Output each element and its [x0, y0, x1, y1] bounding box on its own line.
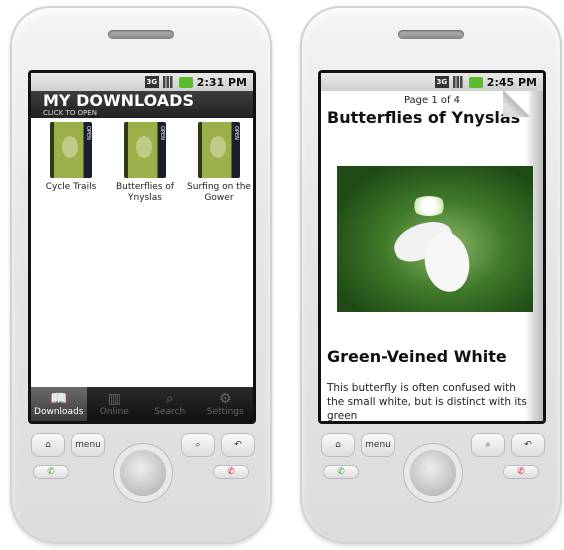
open-badge: OPEN	[159, 126, 165, 140]
phone-end-icon: ✆	[517, 467, 525, 477]
end-call-button[interactable]: ✆	[214, 466, 248, 478]
search-icon: ⌕	[195, 440, 201, 450]
bottom-tab-bar: 📖 Downloads ▥ Online ⌕ Search ⚙ Settings	[31, 387, 253, 421]
tab-label: Downloads	[34, 407, 84, 417]
back-arrow-icon: ↶	[234, 440, 242, 450]
book-cover-icon: OPEN	[198, 122, 240, 178]
open-badge: OPEN	[85, 126, 91, 140]
signal-bars-icon	[452, 76, 465, 88]
status-bar: 3G 2:45 PM	[321, 73, 543, 91]
speaker-grille	[398, 30, 464, 39]
download-item-butterflies[interactable]: OPEN Butterflies of Ynyslas	[111, 122, 179, 204]
tab-downloads[interactable]: 📖 Downloads	[31, 387, 87, 421]
open-badge: OPEN	[233, 126, 239, 140]
section-title: Green-Veined White	[327, 347, 507, 366]
tab-online[interactable]: ▥ Online	[87, 387, 143, 421]
book-icon: 📖	[50, 391, 68, 407]
phone-right: 3G 2:45 PM Page 1 of 4 Butterflies of Yn…	[300, 6, 562, 544]
tab-label: Settings	[206, 407, 244, 417]
download-label: Surfing on the Gower	[187, 182, 251, 203]
tab-label: Online	[99, 407, 129, 417]
butterfly-photo	[337, 166, 533, 312]
book-cover-icon: OPEN	[124, 122, 166, 178]
tab-search[interactable]: ⌕ Search	[142, 387, 198, 421]
back-arrow-icon: ↶	[524, 440, 532, 450]
screen-bezel: 3G 2:31 PM MY DOWNLOADS CLICK TO OPEN OP…	[28, 70, 256, 424]
call-button[interactable]: ✆	[324, 466, 358, 478]
screen-bezel: 3G 2:45 PM Page 1 of 4 Butterflies of Yn…	[318, 70, 546, 424]
gear-icon: ⚙	[218, 391, 232, 407]
ebook-page[interactable]: Page 1 of 4 Butterflies of Ynyslas Green…	[321, 91, 543, 421]
back-button[interactable]: ↶	[512, 434, 544, 456]
screen: 3G 2:45 PM Page 1 of 4 Butterflies of Yn…	[321, 73, 543, 421]
screen: 3G 2:31 PM MY DOWNLOADS CLICK TO OPEN OP…	[31, 73, 253, 421]
home-button[interactable]: ⌂	[32, 434, 64, 456]
search-icon: ⌕	[165, 391, 174, 407]
trackball[interactable]	[120, 450, 166, 496]
battery-icon	[178, 76, 193, 88]
page-subtitle: CLICK TO OPEN	[43, 109, 97, 117]
home-icon: ⌂	[45, 440, 51, 450]
downloads-grid: OPEN Cycle Trails OPEN Butterflies of Yn…	[31, 118, 253, 204]
home-button[interactable]: ⌂	[322, 434, 354, 456]
call-button[interactable]: ✆	[34, 466, 68, 478]
flower-shape	[411, 196, 447, 216]
download-label: Cycle Trails	[45, 182, 97, 192]
phone-end-icon: ✆	[227, 467, 235, 477]
phone-left: 3G 2:31 PM MY DOWNLOADS CLICK TO OPEN OP…	[10, 6, 272, 544]
app-title-bar: MY DOWNLOADS CLICK TO OPEN	[31, 91, 253, 118]
search-hw-button[interactable]: ⌕	[182, 434, 214, 456]
tab-label: Search	[154, 407, 186, 417]
download-label: Butterflies of Ynyslas	[115, 182, 175, 203]
book-cover-icon: OPEN	[50, 122, 92, 178]
status-time: 2:31 PM	[196, 75, 247, 89]
search-icon: ⌕	[485, 440, 491, 450]
menu-button[interactable]: menu	[362, 434, 394, 456]
page-title: MY DOWNLOADS	[43, 91, 194, 110]
tab-settings[interactable]: ⚙ Settings	[198, 387, 254, 421]
phone-call-icon: ✆	[47, 467, 55, 477]
shelf-icon: ▥	[107, 391, 121, 407]
status-bar: 3G 2:31 PM	[31, 73, 253, 91]
network-3g-icon: 3G	[144, 76, 159, 88]
body-text: This butterfly is often confused with th…	[327, 382, 527, 421]
back-button[interactable]: ↶	[222, 434, 254, 456]
status-time: 2:45 PM	[486, 75, 537, 89]
download-item-surfing[interactable]: OPEN Surfing on the Gower	[185, 122, 253, 204]
home-icon: ⌂	[335, 440, 341, 450]
battery-icon	[468, 76, 483, 88]
end-call-button[interactable]: ✆	[504, 466, 538, 478]
download-item-cycle-trails[interactable]: OPEN Cycle Trails	[37, 122, 105, 204]
page-curl-icon[interactable]	[503, 91, 529, 117]
network-3g-icon: 3G	[434, 76, 449, 88]
signal-bars-icon	[162, 76, 175, 88]
trackball[interactable]	[410, 450, 456, 496]
phone-call-icon: ✆	[337, 467, 345, 477]
search-hw-button[interactable]: ⌕	[472, 434, 504, 456]
speaker-grille	[108, 30, 174, 39]
menu-button[interactable]: menu	[72, 434, 104, 456]
